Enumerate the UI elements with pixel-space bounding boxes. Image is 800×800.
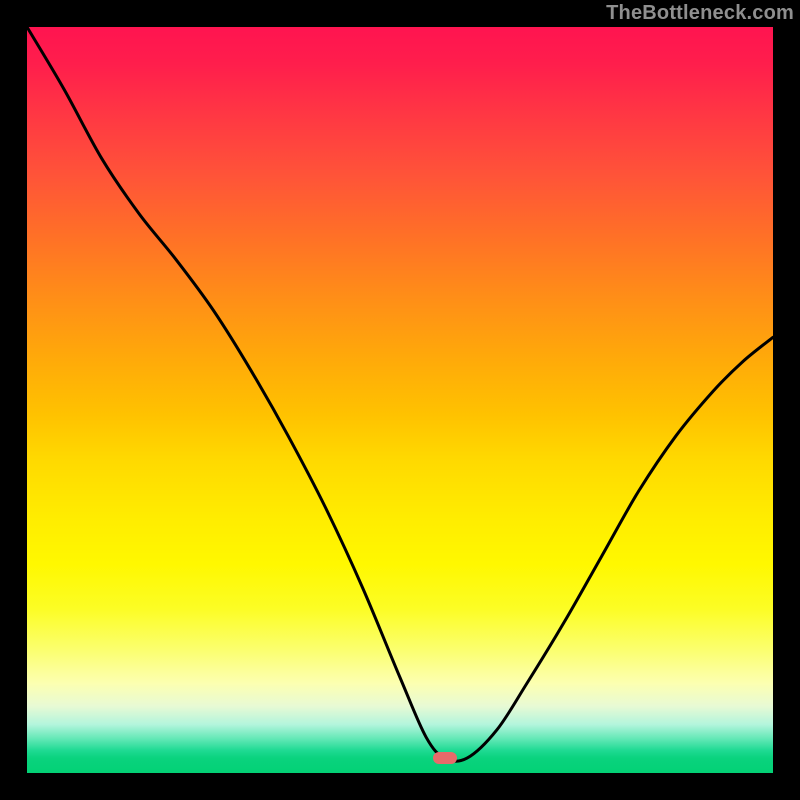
watermark-text: TheBottleneck.com <box>606 2 794 25</box>
plot-area <box>27 27 773 773</box>
optimum-marker <box>433 752 457 764</box>
outer-frame: TheBottleneck.com <box>0 0 800 800</box>
curve-layer <box>27 27 773 773</box>
bottleneck-curve <box>27 27 773 761</box>
